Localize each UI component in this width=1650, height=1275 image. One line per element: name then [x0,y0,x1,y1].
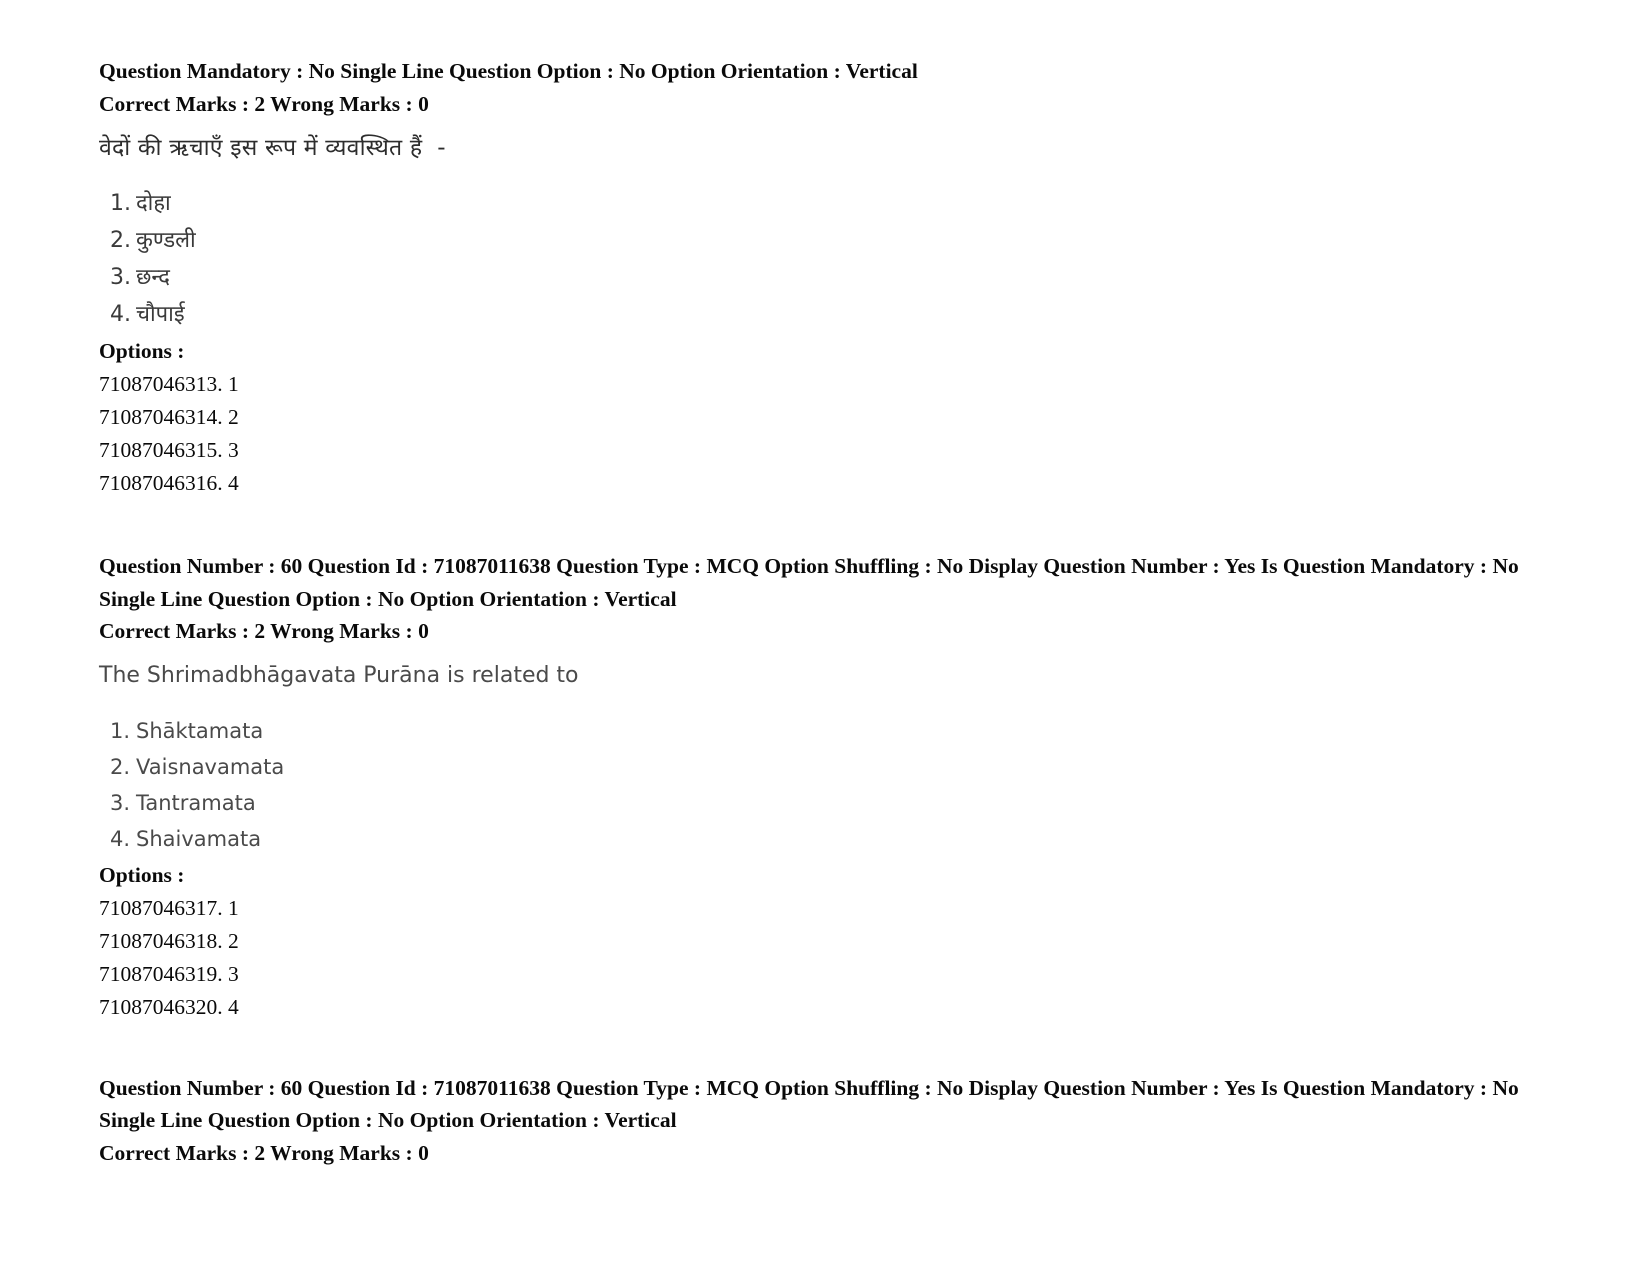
choice-label: कुण्डली [136,228,196,253]
choice-item[interactable]: 3. छन्द [99,259,1519,296]
choice-item[interactable]: 3. Tantramata [99,785,1519,821]
choice-number: 3. [110,265,131,290]
block-separator [99,1024,1519,1072]
choice-item[interactable]: 1. Shāktamata [99,713,1519,749]
choice-number: 2. [110,228,131,253]
option-id-row: 71087046319. 3 [99,961,239,986]
choice-label: छन्द [136,265,170,290]
option-id-row: 71087046317. 1 [99,895,239,920]
choice-number: 4. [110,826,131,851]
choice-list-1: 1. दोहा 2. कुण्डली 3. छन्द 4. चौपाई [99,185,1519,333]
question-block-3: Question Number : 60 Question Id : 71087… [99,1072,1519,1170]
option-id-row: 71087046315. 3 [99,438,239,462]
choice-label: चौपाई [136,302,185,327]
question-block-1: Question Mandatory : No Single Line Ques… [99,55,1519,500]
block-separator [99,500,1519,550]
choice-number: 1. [110,191,131,216]
metadata-line-mandatory: Question Mandatory : No Single Line Ques… [99,59,918,83]
metadata-line-question-info: Question Number : 60 Question Id : 71087… [99,554,1519,611]
option-id-row: 71087046313. 1 [99,372,239,396]
metadata-line-marks: Correct Marks : 2 Wrong Marks : 0 [99,91,429,116]
question-metadata-1: Question Mandatory : No Single Line Ques… [99,55,1519,120]
question-block-2: Question Number : 60 Question Id : 71087… [99,550,1519,1024]
option-id-row: 71087046314. 2 [99,405,239,429]
question-text-1: वेदों की ऋचाएँ इस रूप में व्यवस्थित हैं … [99,135,446,161]
option-id-row: 71087046318. 2 [99,928,239,953]
question-metadata-3: Question Number : 60 Question Id : 71087… [99,1072,1519,1170]
choice-item[interactable]: 4. चौपाई [99,296,1519,333]
choice-label: Tantramata [136,790,256,815]
options-label-2: Options : [99,862,185,887]
question-metadata-2: Question Number : 60 Question Id : 71087… [99,550,1519,648]
document-page: Question Mandatory : No Single Line Ques… [0,0,1650,1275]
metadata-line-marks: Correct Marks : 2 Wrong Marks : 0 [99,619,429,643]
choice-label: दोहा [136,191,171,216]
choice-number: 3. [110,790,131,815]
choice-item[interactable]: 1. दोहा [99,185,1519,222]
metadata-line-marks: Correct Marks : 2 Wrong Marks : 0 [99,1140,429,1165]
options-label-1: Options : [99,339,185,363]
document-content: Question Mandatory : No Single Line Ques… [99,55,1519,1169]
choice-number: 1. [110,718,131,743]
option-id-row: 71087046320. 4 [99,994,239,1019]
choice-item[interactable]: 2. कुण्डली [99,222,1519,259]
option-id-row: 71087046316. 4 [99,471,239,495]
choice-number: 4. [110,302,131,327]
choice-item[interactable]: 4. Shaivamata [99,821,1519,857]
question-text-2: The Shrimadbhāgavata Purāna is related t… [99,662,579,688]
choice-label: Shāktamata [136,718,264,743]
metadata-line-question-info: Question Number : 60 Question Id : 71087… [99,1075,1519,1133]
choice-label: Vaisnavamata [136,754,285,779]
choice-number: 2. [110,754,131,779]
choice-item[interactable]: 2. Vaisnavamata [99,749,1519,785]
choice-label: Shaivamata [136,826,262,851]
choice-list-2: 1. Shāktamata 2. Vaisnavamata 3. Tantramata… [99,713,1519,857]
